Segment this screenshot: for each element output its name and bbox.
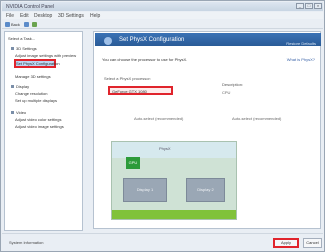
tree-item-label: Set up multiple displays xyxy=(15,98,58,103)
tree-item-label: 3D Settings xyxy=(16,46,37,51)
physx-diagram: PhysX GPU Display 1 Display 2 xyxy=(111,141,237,220)
tree-item-3d-settings[interactable]: 3D Settings xyxy=(11,46,37,51)
gpu-node: GPU xyxy=(126,157,140,169)
info-link[interactable]: What is PhysX? xyxy=(287,57,315,62)
nvidia-icon xyxy=(104,37,112,45)
selected-processor: GeForce GTX 1080 xyxy=(112,89,147,94)
minimize-button[interactable]: _ xyxy=(296,3,304,9)
maximize-button[interactable]: □ xyxy=(305,3,313,9)
tree-item-label: Adjust image settings with preview xyxy=(15,53,77,58)
physx-processor-dropdown[interactable]: GeForce GTX 1080 xyxy=(108,86,173,95)
back-arrow-icon xyxy=(5,22,10,28)
tree-item-label: Display xyxy=(16,84,30,89)
tree-item-physx-selected[interactable]: Set PhysX Configuration xyxy=(14,59,60,68)
back-button[interactable]: Back xyxy=(5,21,20,28)
status-bar: System Information Apply Cancel xyxy=(2,233,323,251)
folder-icon xyxy=(11,47,14,51)
folder-icon xyxy=(11,85,14,89)
menu-file[interactable]: File xyxy=(6,13,14,19)
menu-desktop[interactable]: Desktop xyxy=(34,13,52,19)
tree-item-video-image[interactable]: Adjust video image settings xyxy=(15,124,64,129)
tree-item-resolution[interactable]: Change resolution xyxy=(15,91,47,96)
tree-item-label: Change resolution xyxy=(15,91,48,96)
display-1-monitor: Display 1 xyxy=(123,178,167,202)
window-title: NVIDIA Control Panel xyxy=(6,4,55,10)
task-tree: Select a Task... 3D Settings Adjust imag… xyxy=(4,31,83,231)
system-info-link[interactable]: System Information xyxy=(9,240,43,245)
menu-bar: File Edit Desktop 3D Settings Help xyxy=(2,12,323,19)
display-1-label: Display 1 xyxy=(136,187,154,192)
tree-item-label: Set PhysX Configuration xyxy=(16,61,60,66)
tree-item-multi-display[interactable]: Set up multiple displays xyxy=(15,98,57,103)
diagram-top-label: PhysX xyxy=(159,146,171,151)
restore-defaults-link[interactable]: Restore Defaults xyxy=(286,41,316,46)
app-window: NVIDIA Control Panel _ □ × File Edit Des… xyxy=(0,0,325,252)
tree-item-label: Manage 3D settings xyxy=(15,74,51,79)
display-2-monitor: Display 2 xyxy=(186,178,225,202)
panel-title: Set PhysX Configuration xyxy=(119,37,185,43)
tree-item-label: Adjust video color settings xyxy=(15,117,62,122)
folder-icon xyxy=(11,111,14,115)
tree-item-label: Video xyxy=(16,110,27,115)
diagram-top-band: PhysX xyxy=(112,142,236,158)
auto-select-note: Auto-select (recommended) xyxy=(134,116,184,121)
tree-item-video-color[interactable]: Adjust video color settings xyxy=(15,117,61,122)
cpu-note: Auto-select (recommended) xyxy=(232,116,282,121)
title-bar: NVIDIA Control Panel _ □ × xyxy=(2,2,323,11)
tree-item-image-settings[interactable]: Adjust image settings with preview xyxy=(15,53,76,58)
panel-header: Set PhysX Configuration Restore Defaults xyxy=(95,33,321,46)
close-button[interactable]: × xyxy=(314,3,322,9)
description-text: CPU xyxy=(222,90,231,95)
tree-item-label: Adjust video image settings xyxy=(15,124,64,129)
menu-edit[interactable]: Edit xyxy=(20,13,29,19)
processor-label: Select a PhysX processor: xyxy=(104,76,151,81)
tree-header: Select a Task... xyxy=(8,36,36,41)
apply-button[interactable]: Apply xyxy=(273,238,299,248)
cancel-button[interactable]: Cancel xyxy=(303,238,322,248)
menu-3d-settings[interactable]: 3D Settings xyxy=(58,13,84,19)
home-icon xyxy=(32,22,37,28)
menu-help[interactable]: Help xyxy=(90,13,100,19)
forward-button[interactable] xyxy=(24,21,30,28)
back-label: Back xyxy=(11,22,20,27)
diagram-green-bar xyxy=(112,210,236,219)
panel-description: You can choose the processor to use for … xyxy=(102,57,188,62)
description-label: Description: xyxy=(222,82,244,87)
forward-arrow-icon xyxy=(24,22,29,28)
tree-item-video[interactable]: Video xyxy=(11,110,26,115)
home-button[interactable] xyxy=(32,21,38,28)
toolbar: Back xyxy=(2,20,323,29)
tree-item-display[interactable]: Display xyxy=(11,84,29,89)
content-panel: Set PhysX Configuration Restore Defaults… xyxy=(93,31,321,229)
display-2-label: Display 2 xyxy=(197,187,214,192)
tree-item-manage-3d[interactable]: Manage 3D settings xyxy=(15,74,51,79)
